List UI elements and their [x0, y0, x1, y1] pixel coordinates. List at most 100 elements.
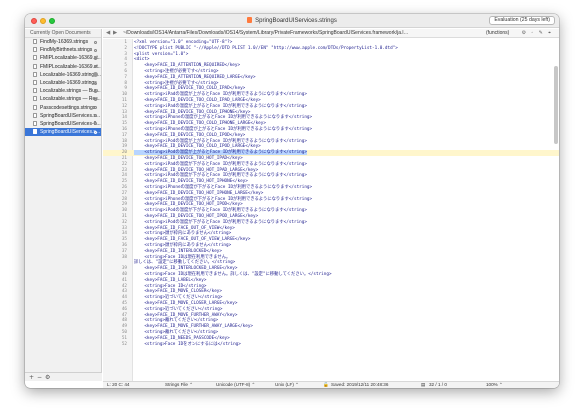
code-text: <string>iPhoneの温度が下がるとFace IDが利用できるようになり… [134, 185, 313, 190]
open-document-item[interactable]: FindMyBirthnets.strings [25, 46, 101, 54]
open-document-item[interactable]: Passcodesettings.strings [25, 104, 101, 112]
open-document-item[interactable]: Localizable.strings — Res... [25, 95, 101, 103]
saved-timestamp: Saved: 2019/12/11 20:48:36 [331, 382, 389, 387]
line-endings-popup[interactable]: Unix (LF) ⌃ [275, 382, 299, 388]
code-text: <key>FACE_ID_MOVE_CLOSER_LARGE</key> [134, 301, 238, 306]
open-document-item[interactable]: Localizable-16369.strings [25, 79, 101, 87]
open-documents-list: FindMy-16369.strings FindMyBirthnets.stri… [25, 38, 101, 137]
close-document-icon[interactable] [94, 48, 97, 52]
file-icon [33, 112, 37, 118]
file-icon [33, 120, 37, 126]
code-text: <string>iPhoneの温度が上がるとFace IDが利用できるようになり… [134, 115, 313, 121]
file-icon [33, 104, 37, 110]
code-text: <string>顔が枠内にありません</string> [134, 243, 232, 248]
sidebar-header: Currently Open Documents [25, 29, 101, 38]
code-text: <string>iPhoneの温度が下がるとFace IDが利用できるようになり… [134, 196, 313, 202]
code-text: <key>FACE_ID_DEVICE_TOO_COLD_IPAD</key> [134, 86, 246, 92]
cursor-position[interactable]: L: 20 C: 44 [107, 382, 129, 388]
lock-icon[interactable]: 🔓 [323, 382, 329, 388]
open-document-item[interactable]: FMIPLocalizable-16369.st... [25, 54, 101, 62]
forward-arrow-icon[interactable]: ▶ [113, 29, 117, 37]
code-editor[interactable]: 1 <?xml version="1.0" encoding="UTF-8"?> 2… [103, 39, 559, 381]
code-text: <key>FACE_ID_ATTENTION_REQUIRED_LARGE</k… [134, 74, 256, 80]
code-line[interactable]: 52 <string>Face IDをオンにするには</string> [103, 342, 559, 348]
code-text: <string>Face IDは現在利用できません。詳しくは、"設定"に移動して… [134, 272, 332, 277]
open-document-item[interactable]: SpringBoardUIServices-0... [25, 120, 101, 128]
close-document-icon[interactable] [94, 97, 97, 101]
file-path-popup[interactable]: ~/Downloads/iOS14/Antarra/Files/Download… [123, 29, 411, 37]
code-text: <key>FACE_ID_DEVICE_TOO_HOT_IPOD_LARGE</… [134, 214, 259, 219]
open-document-item[interactable]: SpringBoardUIServices.s... [25, 128, 101, 137]
close-document-icon[interactable] [94, 106, 97, 110]
close-document-icon[interactable] [94, 130, 97, 134]
code-text: <key>FACE_ID_DEVICE_TOO_HOT_IPOD</key> [134, 202, 243, 208]
line-number: 52 [121, 341, 127, 347]
file-icon [33, 63, 37, 69]
open-document-label: SpringBoardUIServices.s... [40, 129, 101, 136]
document-counts: 32 / 1 / 0 [429, 382, 447, 387]
open-document-label: FMIPLocalizable-16369.st... [40, 63, 101, 70]
code-text: <key>FACE_ID_FACE_OUT_OF_VIEW</key> [134, 225, 235, 231]
file-icon [33, 55, 37, 61]
code-text: <string>iPodの温度が上がるとFace IDが利用できるようになります… [134, 138, 307, 144]
code-text: <key>FACE_ID_MOVE_FURTHER_AWAY_LARGE</ke… [134, 324, 253, 330]
code-text: <string>近づいてください</string> [134, 306, 223, 312]
code-text: <key>FACE_ID_NEEDS_PASSCODE</key> [134, 335, 230, 341]
syntax-mode-popup[interactable]: Strings File ⌃ [165, 382, 193, 388]
close-document-icon[interactable] [94, 89, 97, 93]
file-icon [33, 96, 37, 102]
code-text: <key>FACE_ID_DEVICE_TOO_HOT_IPHONE</key> [134, 179, 248, 185]
code-text: <string>iPodの温度が下がるとFace IDが利用できるようになります… [134, 219, 307, 225]
open-document-item[interactable]: FMIPLocalizable-16369.st... [25, 63, 101, 71]
zoom-popup[interactable]: 100% ⌃ [486, 382, 503, 388]
back-arrow-icon[interactable]: ◀ [106, 29, 110, 37]
code-text: <key>FACE_ID_LABEL</key> [134, 277, 207, 283]
file-icon [33, 88, 37, 94]
code-text: <string>離れてください</string> [134, 318, 219, 324]
code-text: <key>FACE_ID_DEVICE_TOO_COLD_IPOD</key> [134, 132, 246, 138]
file-icon [33, 129, 37, 135]
close-document-icon[interactable] [94, 81, 97, 85]
code-text: <key>FACE_ID_INTERLOCKED_LARGE</key> [134, 266, 238, 272]
code-text: <?xml version="1.0" encoding="UTF-8"?> [134, 40, 233, 45]
file-icon [33, 71, 37, 77]
code-text: <string>iPhoneの温度が上がるとFace IDが利用できるようになり… [134, 127, 313, 132]
status-bar: L: 20 C: 44 Strings File ⌃ Unicode (UTF-… [103, 381, 559, 388]
navigation-bar: ◀ ▶ ~/Downloads/iOS14/Antarra/Files/Down… [103, 29, 559, 38]
add-icon[interactable]: + [29, 374, 34, 381]
code-text: <string>iPodの温度が上がるとFace IDが利用できるようになります… [134, 150, 307, 156]
file-icon [33, 47, 37, 53]
code-text: <key>FACE_ID_MOVE_CLOSER</key> [134, 289, 222, 295]
open-document-item[interactable]: Localizable.strings — Bun... [25, 87, 101, 95]
code-text: <plist version="1.0"> [134, 51, 189, 57]
functions-popup[interactable]: (functions) [486, 29, 509, 37]
remove-icon[interactable]: − [37, 374, 42, 381]
open-documents-sidebar: Currently Open Documents FindMy-16369.st… [25, 29, 102, 381]
close-document-icon[interactable] [94, 56, 97, 60]
code-text: <string>Face IDをオンにするには</string> [134, 341, 241, 347]
open-document-item[interactable]: FindMy-16369.strings [25, 38, 101, 46]
code-text: <string>iPadの温度が上がるとFace IDが利用できるようになります… [134, 92, 307, 98]
file-icon [33, 39, 37, 44]
file-icon [33, 79, 37, 85]
toolbar-icons[interactable]: ⚙ ◦ ✎ ⌖ [522, 29, 553, 37]
open-document-item[interactable]: SpringBoardUIServices.s... [25, 112, 101, 120]
vertical-scrollbar[interactable] [554, 66, 558, 144]
code-text: <key>FACE_ID_DEVICE_TOO_COLD_IPOD_LARGE<… [134, 144, 261, 150]
counts-icon: ▤ [421, 382, 426, 387]
close-document-icon[interactable] [94, 40, 97, 44]
action-menu-icon[interactable]: ⚙ [45, 374, 50, 381]
code-text: <string>近づいてください</string> [134, 295, 223, 301]
code-text: <key>FACE_ID_DEVICE_TOO_COLD_IPAD_LARGE<… [134, 98, 261, 103]
evaluation-button[interactable]: Evaluation (25 days left) [489, 16, 555, 25]
open-document-label: Localizable.strings — Bun... [40, 88, 101, 95]
open-document-label: FindMyBirthnets.strings [40, 47, 93, 54]
code-text: <key>FACE_ID_DEVICE_TOO_HOT_IPAD_LARGE</… [134, 167, 259, 173]
encoding-popup[interactable]: Unicode (UTF-8) ⌃ [216, 382, 255, 388]
open-document-label: SpringBoardUIServices-0... [40, 120, 101, 127]
window-title: SpringBoardUIServices.strings [25, 17, 559, 24]
open-document-label: Localizable.strings — Res... [40, 96, 101, 103]
code-text: <string>iPadの温度が下がるとFace IDが利用できるようになります… [134, 161, 307, 167]
code-text: <string>iPadの温度が下がるとFace IDが利用できるようになります… [134, 173, 307, 179]
open-document-item[interactable]: Localizable-16369.strings... [25, 71, 101, 79]
